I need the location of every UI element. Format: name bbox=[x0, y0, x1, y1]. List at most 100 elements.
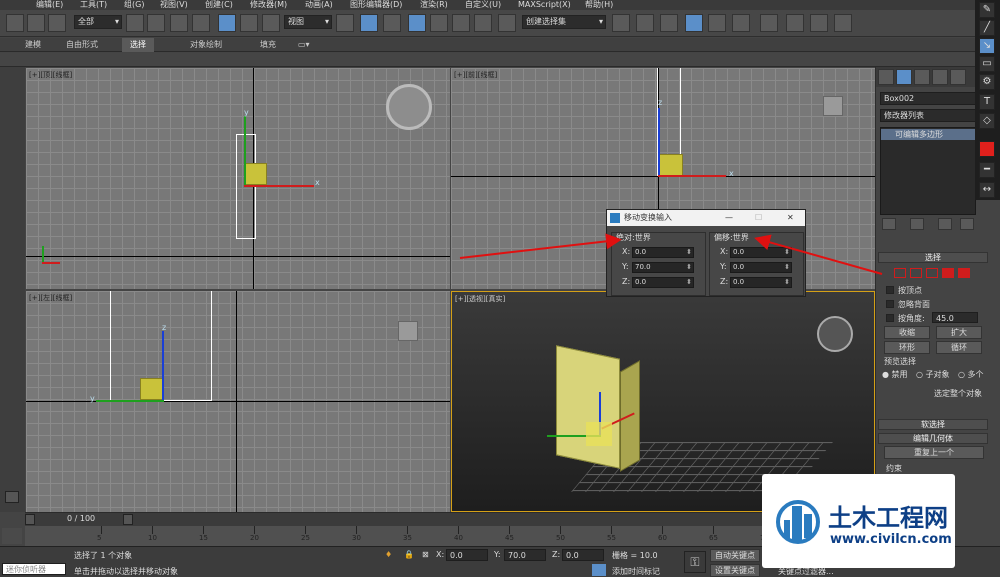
edit-geometry-rollout-header[interactable]: 编辑几何体 bbox=[878, 433, 988, 444]
mini-listener[interactable]: 迷你侦听器 bbox=[2, 563, 66, 575]
key-icon[interactable]: ⚿ bbox=[684, 551, 706, 573]
status-z-field[interactable]: 0.0 bbox=[562, 549, 604, 561]
select-by-name-icon[interactable] bbox=[147, 14, 165, 32]
link-icon[interactable] bbox=[6, 14, 24, 32]
render-setup-icon[interactable] bbox=[810, 14, 828, 32]
edit-named-sets-icon[interactable] bbox=[498, 14, 516, 32]
preview-subobject-radio[interactable]: ○ 子对象 bbox=[916, 369, 950, 380]
viewport-left-label[interactable]: [+][左][线框] bbox=[29, 293, 72, 303]
set-key-button[interactable]: 设置关键点 bbox=[710, 564, 760, 577]
gizmo-plane[interactable] bbox=[140, 378, 164, 400]
configure-sets-icon[interactable] bbox=[960, 218, 974, 230]
polygon-icon[interactable] bbox=[942, 268, 954, 278]
preview-multi-radio[interactable]: ○ 多个 bbox=[958, 369, 984, 380]
edge-icon[interactable] bbox=[910, 268, 922, 278]
menu-edit[interactable]: 编辑(E) bbox=[36, 0, 63, 10]
status-x-field[interactable]: 0.0 bbox=[446, 549, 488, 561]
status-y-field[interactable]: 70.0 bbox=[504, 549, 546, 561]
menu-maxscript[interactable]: MAXScript(X) bbox=[518, 0, 571, 10]
dialog-titlebar[interactable]: 移动变换输入 — ☐ ✕ bbox=[607, 210, 805, 226]
close-icon[interactable]: ✕ bbox=[787, 210, 794, 226]
keyboard-shortcut-icon[interactable] bbox=[383, 14, 401, 32]
rect-selection-icon[interactable] bbox=[170, 14, 188, 32]
select-manipulate-icon[interactable] bbox=[360, 14, 378, 32]
abs-x-spinner[interactable]: 0.0 bbox=[632, 247, 694, 258]
abs-y-spinner[interactable]: 70.0 bbox=[632, 262, 694, 273]
gizmo-plane[interactable] bbox=[659, 154, 683, 176]
object-name-field[interactable]: Box002 bbox=[880, 92, 976, 105]
tab-modeling[interactable]: 建模 bbox=[25, 38, 41, 52]
viewport-left[interactable]: [+][左][线框] z y bbox=[26, 291, 450, 512]
by-vertex-checkbox[interactable] bbox=[886, 286, 894, 294]
menu-modifiers[interactable]: 修改器(M) bbox=[250, 0, 287, 10]
auto-key-button[interactable]: 自动关键点 bbox=[710, 549, 760, 562]
selection-filter-dropdown[interactable]: 全部 bbox=[74, 15, 122, 29]
add-time-tag-text[interactable]: 添加时间标记 bbox=[612, 566, 660, 577]
toggle-scene-explorer-icon[interactable] bbox=[660, 14, 678, 32]
menu-group[interactable]: 组(G) bbox=[124, 0, 144, 10]
off-y-spinner[interactable]: 0.0 bbox=[730, 262, 792, 273]
abs-z-spinner[interactable]: 0.0 bbox=[632, 277, 694, 288]
select-and-move-icon[interactable] bbox=[218, 14, 236, 32]
selection-rollout-header[interactable]: 选择 bbox=[878, 252, 988, 263]
window-crossing-icon[interactable] bbox=[192, 14, 210, 32]
loop-button[interactable]: 循环 bbox=[936, 341, 982, 354]
ribbon-options-icon[interactable]: ▭▾ bbox=[298, 38, 310, 52]
gizmo-y-axis[interactable] bbox=[244, 116, 246, 186]
off-x-spinner[interactable]: 0.0 bbox=[730, 247, 792, 258]
gizmo-plane[interactable] bbox=[245, 163, 267, 185]
motion-tab-icon[interactable] bbox=[932, 69, 948, 85]
ignore-backfacing-checkbox[interactable] bbox=[886, 300, 894, 308]
select-and-scale-icon[interactable] bbox=[262, 14, 280, 32]
box-object[interactable] bbox=[556, 345, 620, 469]
show-end-result-icon[interactable] bbox=[910, 218, 924, 230]
tab-selection[interactable]: 选择 bbox=[122, 38, 154, 52]
rectangle-icon[interactable]: ▭ bbox=[979, 56, 995, 72]
viewport-perspective-label[interactable]: [+][透视][真实] bbox=[455, 294, 505, 304]
viewcube-icon[interactable] bbox=[386, 84, 432, 130]
align-icon[interactable] bbox=[636, 14, 654, 32]
spinner-snap-icon[interactable] bbox=[474, 14, 492, 32]
viewcube-icon[interactable] bbox=[398, 321, 418, 341]
expand-viewport-icon[interactable] bbox=[5, 491, 19, 503]
modifier-list-dropdown[interactable]: 修改器列表 bbox=[880, 109, 976, 122]
prev-frame-icon[interactable] bbox=[25, 514, 35, 525]
viewcube-icon[interactable] bbox=[823, 96, 843, 116]
brush-icon[interactable]: ╱ bbox=[979, 20, 995, 36]
repeat-last-button[interactable]: 重复上一个 bbox=[884, 446, 984, 459]
color-swatch-icon[interactable] bbox=[979, 141, 995, 157]
viewcube-icon[interactable] bbox=[817, 316, 853, 352]
angle-spinner[interactable]: 45.0 bbox=[932, 312, 978, 323]
by-angle-checkbox[interactable] bbox=[886, 314, 894, 322]
menu-animation[interactable]: 动画(A) bbox=[305, 0, 333, 10]
mirror-icon[interactable] bbox=[612, 14, 630, 32]
menu-rendering[interactable]: 渲染(R) bbox=[420, 0, 448, 10]
absolute-mode-icon[interactable]: ⊠ bbox=[422, 550, 429, 559]
select-and-rotate-icon[interactable] bbox=[240, 14, 258, 32]
ref-coord-dropdown[interactable]: 视图 bbox=[284, 15, 332, 29]
tab-object-paint[interactable]: 对象绘制 bbox=[190, 38, 222, 52]
pivot-center-icon[interactable] bbox=[336, 14, 354, 32]
gizmo-plane[interactable] bbox=[586, 422, 612, 446]
vertex-icon[interactable] bbox=[894, 268, 906, 278]
named-selection-dropdown[interactable]: 创建选择集 bbox=[522, 15, 606, 29]
off-z-spinner[interactable]: 0.0 bbox=[730, 277, 792, 288]
display-tab-icon[interactable] bbox=[950, 69, 966, 85]
add-time-tag-icon[interactable] bbox=[592, 564, 606, 576]
viewport-front-label[interactable]: [+][前][线框] bbox=[454, 70, 497, 80]
hierarchy-tab-icon[interactable] bbox=[914, 69, 930, 85]
render-frame-icon[interactable] bbox=[834, 14, 852, 32]
eraser-icon[interactable]: ◇ bbox=[979, 113, 995, 129]
menu-help[interactable]: 帮助(H) bbox=[585, 0, 613, 10]
trackview-toggle-icon[interactable] bbox=[2, 528, 22, 544]
lock-selection-icon[interactable]: ♦ bbox=[385, 550, 392, 559]
angle-snap-icon[interactable] bbox=[430, 14, 448, 32]
menu-create[interactable]: 创建(C) bbox=[205, 0, 233, 10]
select-object-icon[interactable] bbox=[126, 14, 144, 32]
curve-editor-icon[interactable] bbox=[732, 14, 750, 32]
maximize-icon[interactable]: ☐ bbox=[755, 210, 762, 226]
unlink-icon[interactable] bbox=[27, 14, 45, 32]
pencil-icon[interactable]: ✎ bbox=[979, 2, 995, 18]
pin-stack-icon[interactable] bbox=[882, 218, 896, 230]
menu-tools[interactable]: 工具(T) bbox=[80, 0, 107, 10]
